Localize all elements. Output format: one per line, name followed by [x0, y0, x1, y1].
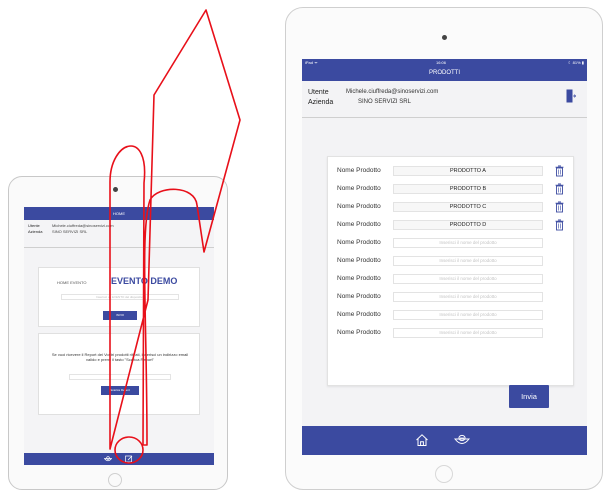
event-input[interactable]: Inserisci un EVENTO del dispositivo	[61, 294, 179, 300]
small-user-info: Utente Michele.ciuffreda@sinoservizi.com …	[28, 223, 114, 235]
event-submit-button[interactable]: INVIO	[103, 311, 137, 320]
product-row-label: Nome Prodotto	[337, 311, 381, 318]
edit-icon[interactable]	[125, 455, 133, 463]
trash-icon[interactable]	[555, 165, 564, 177]
send-button[interactable]: Invia	[509, 385, 549, 408]
page-title: PRODOTTI	[302, 66, 587, 81]
trash-icon[interactable]	[555, 219, 564, 231]
logout-door-icon[interactable]	[566, 89, 576, 103]
report-card: Se vuoi ricevere il Report dei Vostri pr…	[38, 333, 200, 415]
product-row: Nome Prodotto PRODOTTO A	[328, 165, 575, 179]
product-name-field[interactable]: PRODOTTO C	[393, 202, 543, 212]
report-message: Se vuoi ricevere il Report dei Vostri pr…	[51, 352, 189, 362]
event-label: HOME EVENTO	[57, 280, 87, 285]
product-row: Nome Prodotto Inserisci il nome del prod…	[328, 273, 575, 287]
company-value: SINO SERVIZI SRL	[358, 99, 411, 105]
product-name-input[interactable]: Inserisci il nome del prodotto	[393, 238, 543, 248]
sushi-bowl-icon[interactable]	[104, 456, 112, 462]
product-row-label: Nome Prodotto	[337, 275, 381, 282]
status-bar: iPad ᯤ 16:06 ☾ 81% ▮	[302, 59, 587, 66]
event-title: EVENTO DEMO	[111, 276, 178, 286]
product-name-input[interactable]: Inserisci il nome del prodotto	[393, 256, 543, 266]
divider	[302, 117, 587, 118]
product-row: Nome Prodotto Inserisci il nome del prod…	[328, 291, 575, 305]
product-name-input[interactable]: Inserisci il nome del prodotto	[393, 328, 543, 338]
divider	[24, 247, 214, 248]
product-row-label: Nome Prodotto	[337, 221, 381, 228]
product-row: Nome Prodotto Inserisci il nome del prod…	[328, 327, 575, 341]
small-nav-title: HOME	[24, 207, 214, 220]
trash-icon[interactable]	[555, 201, 564, 213]
large-ipad-screen: iPad ᯤ 16:06 ☾ 81% ▮ PRODOTTI Utente Mic…	[302, 59, 587, 455]
product-row-label: Nome Prodotto	[337, 329, 381, 336]
trash-icon[interactable]	[555, 183, 564, 195]
user-value: Michele.ciuffreda@sinoservizi.com	[346, 89, 439, 95]
product-name-input[interactable]: Inserisci il nome del prodotto	[393, 292, 543, 302]
product-row: Nome Prodotto Inserisci il nome del prod…	[328, 255, 575, 269]
report-email-input[interactable]	[69, 374, 171, 380]
tab-bar	[302, 426, 587, 455]
product-row: Nome Prodotto PRODOTTO B	[328, 183, 575, 197]
product-name-input[interactable]: Inserisci il nome del prodotto	[393, 310, 543, 320]
product-name-field[interactable]: PRODOTTO B	[393, 184, 543, 194]
large-ipad-frame: iPad ᯤ 16:06 ☾ 81% ▮ PRODOTTI Utente Mic…	[285, 7, 603, 490]
product-row: Nome Prodotto Inserisci il nome del prod…	[328, 237, 575, 251]
small-ipad-frame: HOME Utente Michele.ciuffreda@sinoservizi…	[8, 176, 228, 490]
small-tab-bar	[24, 453, 214, 465]
camera-dot	[113, 187, 118, 192]
product-row-label: Nome Prodotto	[337, 293, 381, 300]
product-row: Nome Prodotto PRODOTTO C	[328, 201, 575, 215]
product-row-label: Nome Prodotto	[337, 239, 381, 246]
product-row: Nome Prodotto PRODOTTO D	[328, 219, 575, 233]
user-label: Utente	[308, 89, 329, 96]
product-row-label: Nome Prodotto	[337, 185, 381, 192]
download-report-button[interactable]: Scarica Report	[101, 386, 139, 395]
product-row-label: Nome Prodotto	[337, 203, 381, 210]
camera-dot	[442, 35, 447, 40]
event-card: HOME EVENTO EVENTO DEMO Inserisci un EVE…	[38, 267, 200, 327]
home-icon[interactable]	[415, 433, 429, 447]
status-carrier: iPad ᯤ	[305, 60, 318, 65]
status-battery: ☾ 81% ▮	[567, 60, 584, 65]
products-card: Nome Prodotto PRODOTTO A Nome Prodotto P…	[327, 156, 574, 386]
company-label: Azienda	[308, 99, 334, 106]
product-name-field[interactable]: PRODOTTO A	[393, 166, 543, 176]
status-time: 16:06	[436, 60, 447, 65]
small-ipad-screen: HOME Utente Michele.ciuffreda@sinoservizi…	[24, 207, 214, 465]
product-row-label: Nome Prodotto	[337, 257, 381, 264]
sushi-bowl-icon[interactable]	[454, 434, 470, 446]
hardware-home-button[interactable]	[108, 473, 122, 487]
hardware-home-button[interactable]	[435, 465, 453, 483]
small-company-label: Azienda	[28, 229, 43, 234]
product-row-label: Nome Prodotto	[337, 167, 381, 174]
product-row: Nome Prodotto Inserisci il nome del prod…	[328, 309, 575, 323]
small-company-value: SINO SERVIZI SRL	[52, 229, 88, 234]
product-name-input[interactable]: Inserisci il nome del prodotto	[393, 274, 543, 284]
small-user-label: Utente	[28, 223, 40, 228]
product-name-field[interactable]: PRODOTTO D	[393, 220, 543, 230]
